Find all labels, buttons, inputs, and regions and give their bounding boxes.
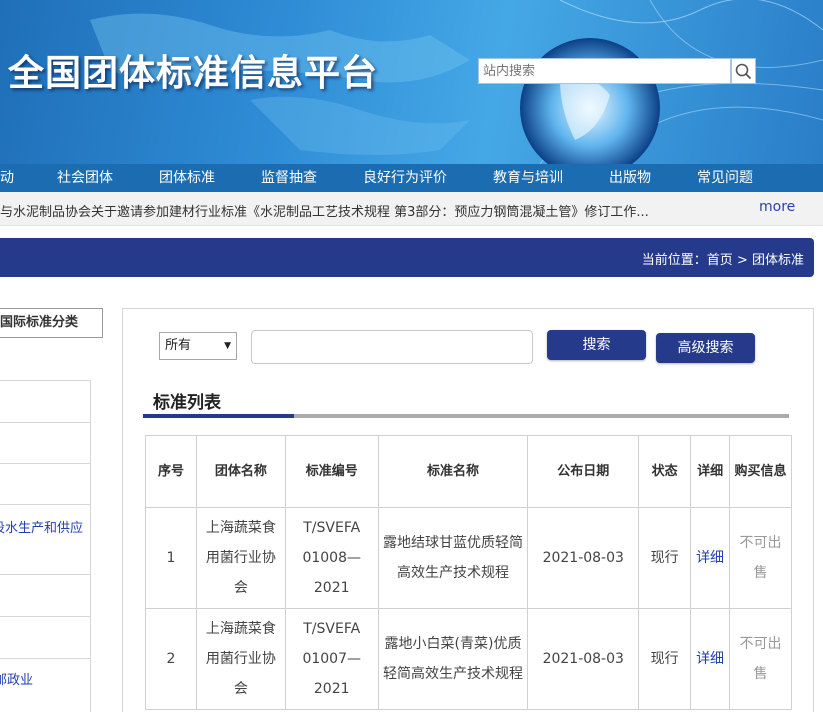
site-search-input[interactable] [478,58,731,84]
table-row: 1 上海蔬菜食用菌行业协会 T/SVEFA 01008—2021 露地结球甘蓝优… [145,507,792,609]
cell-name: 露地小白菜(青菜)优质轻简高效生产技术规程 [377,608,529,710]
detail-link[interactable]: 详细 [690,608,731,710]
cell-date: 2021-08-03 [527,608,640,710]
sidebar-item[interactable] [0,574,91,616]
cell-date: 2021-08-03 [527,507,640,609]
sidebar-link-water-supply[interactable]: 设水生产和供应 [0,517,83,536]
list-title: 标准列表 [153,393,221,413]
cell-buy: 不可出售 [729,507,792,609]
breadcrumb: 当前位置：首页 > 团体标准 [642,249,804,268]
cell-code: T/SVEFA 01007—2021 [284,608,379,710]
detail-link[interactable]: 详细 [690,507,731,609]
chevron-down-icon: ▼ [224,341,231,351]
column-header: 详细 [690,435,731,508]
column-header: 标准编号 [284,435,379,508]
breadcrumb-bar: 当前位置：首页 > 团体标准 [0,238,814,277]
column-header: 团体名称 [195,435,286,508]
standards-table: 序号 团体名称 标准编号 标准名称 公布日期 状态 详细 购买信息 1 上海蔬菜… [145,435,792,710]
cell-status: 现行 [638,608,692,710]
nav-item-social-groups[interactable]: 社会团体 [57,164,113,192]
cell-no: 2 [145,608,197,710]
sidebar-link-postal[interactable]: 邮政业 [0,669,33,688]
column-header: 状态 [638,435,692,508]
breadcrumb-current[interactable]: 团体标准 [752,253,804,268]
site-title: 全国团体标准信息平台 [8,53,379,94]
table-row: 2 上海蔬菜食用菌行业协会 T/SVEFA 01007—2021 露地小白菜(青… [145,608,792,710]
keyword-input[interactable] [251,330,533,364]
sidebar-tab-international-classification[interactable]: 国际标准分类 [0,308,103,338]
sidebar-category-list: 设水生产和供应 邮政业 [0,380,91,712]
column-header: 标准名称 [377,435,529,508]
site-search-button[interactable] [731,58,756,84]
cell-status: 现行 [638,507,692,609]
nav-item-evaluation[interactable]: 良好行为评价 [363,164,447,192]
search-button[interactable]: 搜索 [547,330,646,360]
cell-org: 上海蔬菜食用菌行业协会 [195,608,286,710]
cell-code: T/SVEFA 01008—2021 [284,507,379,609]
sidebar-item[interactable] [0,616,91,658]
nav-item-faq[interactable]: 常见问题 [697,164,753,192]
cell-no: 1 [145,507,197,609]
breadcrumb-home[interactable]: 首页 [707,253,733,268]
nav-item-inspection[interactable]: 监督抽查 [261,164,317,192]
search-icon [735,63,752,80]
sidebar-item[interactable] [0,422,91,463]
search-scope-select[interactable]: 所有 ▼ [159,332,237,360]
sidebar-item[interactable] [0,380,91,422]
news-ticker: 与水泥制品协会关于邀请参加建材行业标准《水泥制品工艺技术规程 第3部分：预应力钢… [0,192,823,226]
standards-panel: 所有 ▼ 搜索 高级搜索 标准列表 序号 团体名称 标准编号 标准名称 公布日期… [122,308,814,712]
nav-item-publications[interactable]: 出版物 [609,164,651,192]
breadcrumb-separator: > [736,253,748,268]
table-header-row: 序号 团体名称 标准编号 标准名称 公布日期 状态 详细 购买信息 [145,435,792,508]
cell-buy: 不可出售 [729,608,792,710]
main-nav: 动 社会团体 团体标准 监督抽查 良好行为评价 教育与培训 出版物 常见问题 [0,164,823,192]
title-underline-accent [143,414,294,418]
sidebar-item[interactable] [0,463,91,504]
sidebar-item[interactable]: 邮政业 [0,658,91,712]
header-banner: 全国团体标准信息平台 [0,0,823,164]
page: 全国团体标准信息平台 动 社会团体 团体标准 监督抽查 良好行为评价 教育与培训… [0,0,823,712]
column-header: 序号 [145,435,197,508]
cell-name: 露地结球甘蓝优质轻简高效生产技术规程 [377,507,529,609]
cell-org: 上海蔬菜食用菌行业协会 [195,507,286,609]
ticker-news-link[interactable]: 与水泥制品协会关于邀请参加建材行业标准《水泥制品工艺技术规程 第3部分：预应力钢… [0,201,649,220]
column-header: 公布日期 [527,435,640,508]
nav-item-group-standards[interactable]: 团体标准 [159,164,215,192]
breadcrumb-label: 当前位置： [641,253,707,268]
column-header: 购买信息 [729,435,792,508]
nav-item-training[interactable]: 教育与培训 [493,164,563,192]
advanced-search-button[interactable]: 高级搜索 [656,333,755,363]
sidebar-item[interactable]: 设水生产和供应 [0,504,91,574]
search-scope-value: 所有 [165,338,192,353]
nav-item-activity[interactable]: 动 [0,164,14,192]
title-underline [143,414,789,418]
ticker-more-link[interactable]: more [759,199,795,215]
